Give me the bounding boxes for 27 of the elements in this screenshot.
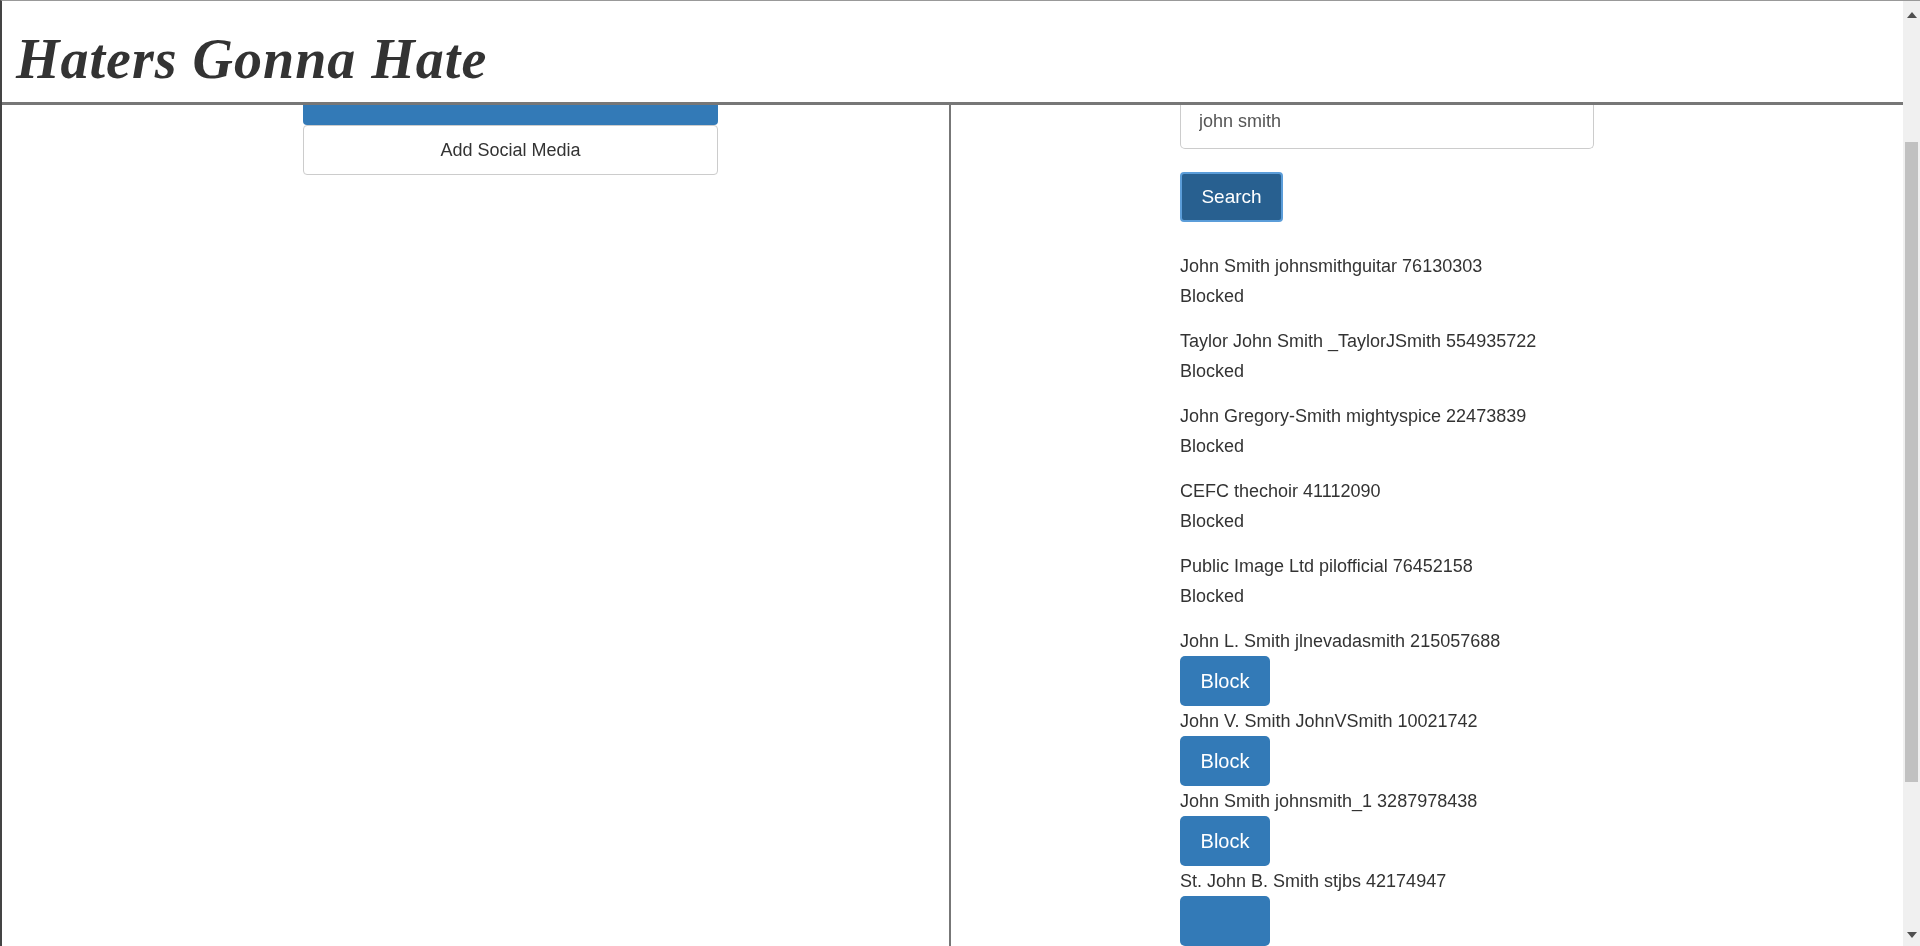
result-text: John V. Smith JohnVSmith 10021742 [1180,710,1479,733]
block-button[interactable]: Block [1180,656,1270,706]
blocked-status: Blocked [1180,585,1246,608]
result-text: Public Image Ltd pilofficial 76452158 [1180,555,1474,578]
result-text: St. John B. Smith stjbs 42174947 [1180,870,1448,893]
result-text: John L. Smith jlnevadasmith 215057688 [1180,630,1502,653]
blocked-status: Blocked [1180,285,1246,308]
block-button[interactable]: Block [1180,736,1270,786]
result-text: John Smith johnsmithguitar 76130303 [1180,255,1484,278]
result-text: Taylor John Smith _TaylorJSmith 554935722 [1180,330,1538,354]
result-text: John Gregory-Smith mightyspice 22473839 [1180,405,1528,428]
scrollbar-thumb[interactable] [1905,142,1918,782]
site-title: Haters Gonna Hate [16,26,488,91]
search-button[interactable]: Search [1180,171,1283,222]
block-button[interactable]: Block [1180,816,1270,866]
result-text: John Smith johnsmith_1 3287978438 [1180,790,1479,814]
result-text: CEFC thechoir 41112090 [1180,480,1382,503]
search-field[interactable]: john smith [1180,105,1594,149]
blocked-status: Blocked [1180,510,1246,533]
block-button[interactable] [1180,896,1270,946]
network-button[interactable] [303,105,718,125]
blocked-status: Blocked [1180,360,1246,383]
add-social-media-button[interactable]: Add Social Media [303,125,718,175]
scrollbar[interactable] [1903,1,1920,946]
scroll-down-icon[interactable] [1906,932,1917,938]
blocked-status: Blocked [1180,435,1246,458]
scroll-up-icon[interactable] [1906,12,1917,18]
